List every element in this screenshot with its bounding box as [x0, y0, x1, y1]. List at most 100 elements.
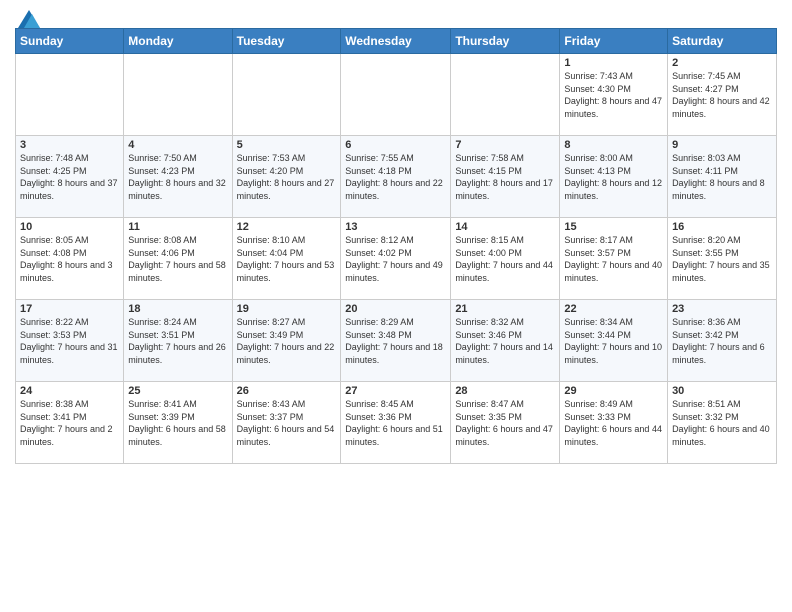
day-number: 17 [20, 303, 119, 315]
day-number: 15 [564, 221, 663, 233]
weekday-header-monday: Monday [124, 29, 232, 54]
day-number: 29 [564, 385, 663, 397]
day-number: 23 [672, 303, 772, 315]
day-number: 21 [455, 303, 555, 315]
calendar-cell: 6Sunrise: 7:55 AMSunset: 4:18 PMDaylight… [341, 136, 451, 218]
calendar-cell [341, 54, 451, 136]
day-info: Sunrise: 8:17 AMSunset: 3:57 PMDaylight:… [564, 234, 663, 284]
calendar-week-1: 1Sunrise: 7:43 AMSunset: 4:30 PMDaylight… [16, 54, 777, 136]
day-info: Sunrise: 7:43 AMSunset: 4:30 PMDaylight:… [564, 70, 663, 120]
day-number: 28 [455, 385, 555, 397]
day-info: Sunrise: 8:47 AMSunset: 3:35 PMDaylight:… [455, 398, 555, 448]
day-info: Sunrise: 7:53 AMSunset: 4:20 PMDaylight:… [237, 152, 337, 202]
calendar-cell: 14Sunrise: 8:15 AMSunset: 4:00 PMDayligh… [451, 218, 560, 300]
calendar-week-4: 17Sunrise: 8:22 AMSunset: 3:53 PMDayligh… [16, 300, 777, 382]
day-info: Sunrise: 7:55 AMSunset: 4:18 PMDaylight:… [345, 152, 446, 202]
day-info: Sunrise: 8:22 AMSunset: 3:53 PMDaylight:… [20, 316, 119, 366]
weekday-header-row: SundayMondayTuesdayWednesdayThursdayFrid… [16, 29, 777, 54]
day-number: 7 [455, 139, 555, 151]
calendar-cell: 1Sunrise: 7:43 AMSunset: 4:30 PMDaylight… [560, 54, 668, 136]
calendar-cell: 27Sunrise: 8:45 AMSunset: 3:36 PMDayligh… [341, 382, 451, 464]
day-info: Sunrise: 8:10 AMSunset: 4:04 PMDaylight:… [237, 234, 337, 284]
calendar-cell: 3Sunrise: 7:48 AMSunset: 4:25 PMDaylight… [16, 136, 124, 218]
calendar-cell [16, 54, 124, 136]
calendar-cell: 7Sunrise: 7:58 AMSunset: 4:15 PMDaylight… [451, 136, 560, 218]
day-info: Sunrise: 8:49 AMSunset: 3:33 PMDaylight:… [564, 398, 663, 448]
weekday-header-thursday: Thursday [451, 29, 560, 54]
calendar-cell: 20Sunrise: 8:29 AMSunset: 3:48 PMDayligh… [341, 300, 451, 382]
calendar-cell: 12Sunrise: 8:10 AMSunset: 4:04 PMDayligh… [232, 218, 341, 300]
day-number: 25 [128, 385, 227, 397]
day-number: 2 [672, 57, 772, 69]
day-number: 22 [564, 303, 663, 315]
day-number: 12 [237, 221, 337, 233]
logo-icon [18, 10, 40, 28]
calendar-week-3: 10Sunrise: 8:05 AMSunset: 4:08 PMDayligh… [16, 218, 777, 300]
calendar-cell: 17Sunrise: 8:22 AMSunset: 3:53 PMDayligh… [16, 300, 124, 382]
day-info: Sunrise: 8:24 AMSunset: 3:51 PMDaylight:… [128, 316, 227, 366]
day-info: Sunrise: 8:05 AMSunset: 4:08 PMDaylight:… [20, 234, 119, 284]
calendar-cell: 4Sunrise: 7:50 AMSunset: 4:23 PMDaylight… [124, 136, 232, 218]
day-info: Sunrise: 8:27 AMSunset: 3:49 PMDaylight:… [237, 316, 337, 366]
calendar-cell: 10Sunrise: 8:05 AMSunset: 4:08 PMDayligh… [16, 218, 124, 300]
day-info: Sunrise: 8:43 AMSunset: 3:37 PMDaylight:… [237, 398, 337, 448]
day-info: Sunrise: 8:41 AMSunset: 3:39 PMDaylight:… [128, 398, 227, 448]
day-info: Sunrise: 8:51 AMSunset: 3:32 PMDaylight:… [672, 398, 772, 448]
day-number: 30 [672, 385, 772, 397]
day-info: Sunrise: 8:00 AMSunset: 4:13 PMDaylight:… [564, 152, 663, 202]
day-number: 13 [345, 221, 446, 233]
day-info: Sunrise: 7:50 AMSunset: 4:23 PMDaylight:… [128, 152, 227, 202]
calendar-cell: 29Sunrise: 8:49 AMSunset: 3:33 PMDayligh… [560, 382, 668, 464]
day-info: Sunrise: 7:58 AMSunset: 4:15 PMDaylight:… [455, 152, 555, 202]
day-info: Sunrise: 8:20 AMSunset: 3:55 PMDaylight:… [672, 234, 772, 284]
calendar-page: SundayMondayTuesdayWednesdayThursdayFrid… [0, 0, 792, 612]
day-info: Sunrise: 8:45 AMSunset: 3:36 PMDaylight:… [345, 398, 446, 448]
calendar-cell: 2Sunrise: 7:45 AMSunset: 4:27 PMDaylight… [668, 54, 777, 136]
day-number: 26 [237, 385, 337, 397]
calendar-cell: 9Sunrise: 8:03 AMSunset: 4:11 PMDaylight… [668, 136, 777, 218]
day-number: 4 [128, 139, 227, 151]
calendar-cell: 19Sunrise: 8:27 AMSunset: 3:49 PMDayligh… [232, 300, 341, 382]
day-info: Sunrise: 8:36 AMSunset: 3:42 PMDaylight:… [672, 316, 772, 366]
calendar-cell: 23Sunrise: 8:36 AMSunset: 3:42 PMDayligh… [668, 300, 777, 382]
calendar-cell: 8Sunrise: 8:00 AMSunset: 4:13 PMDaylight… [560, 136, 668, 218]
day-number: 14 [455, 221, 555, 233]
weekday-header-wednesday: Wednesday [341, 29, 451, 54]
day-number: 6 [345, 139, 446, 151]
day-number: 27 [345, 385, 446, 397]
weekday-header-saturday: Saturday [668, 29, 777, 54]
weekday-header-friday: Friday [560, 29, 668, 54]
day-info: Sunrise: 7:45 AMSunset: 4:27 PMDaylight:… [672, 70, 772, 120]
day-number: 24 [20, 385, 119, 397]
calendar-cell: 15Sunrise: 8:17 AMSunset: 3:57 PMDayligh… [560, 218, 668, 300]
day-info: Sunrise: 8:29 AMSunset: 3:48 PMDaylight:… [345, 316, 446, 366]
calendar-cell: 18Sunrise: 8:24 AMSunset: 3:51 PMDayligh… [124, 300, 232, 382]
day-number: 18 [128, 303, 227, 315]
day-info: Sunrise: 8:34 AMSunset: 3:44 PMDaylight:… [564, 316, 663, 366]
calendar-table: SundayMondayTuesdayWednesdayThursdayFrid… [15, 28, 777, 464]
day-number: 5 [237, 139, 337, 151]
day-info: Sunrise: 8:38 AMSunset: 3:41 PMDaylight:… [20, 398, 119, 448]
day-number: 10 [20, 221, 119, 233]
header [15, 10, 777, 24]
day-number: 16 [672, 221, 772, 233]
day-number: 20 [345, 303, 446, 315]
calendar-cell: 22Sunrise: 8:34 AMSunset: 3:44 PMDayligh… [560, 300, 668, 382]
day-number: 8 [564, 139, 663, 151]
calendar-cell [124, 54, 232, 136]
calendar-cell: 21Sunrise: 8:32 AMSunset: 3:46 PMDayligh… [451, 300, 560, 382]
day-info: Sunrise: 8:08 AMSunset: 4:06 PMDaylight:… [128, 234, 227, 284]
day-info: Sunrise: 7:48 AMSunset: 4:25 PMDaylight:… [20, 152, 119, 202]
logo [15, 10, 40, 24]
day-number: 11 [128, 221, 227, 233]
calendar-cell: 25Sunrise: 8:41 AMSunset: 3:39 PMDayligh… [124, 382, 232, 464]
day-number: 9 [672, 139, 772, 151]
calendar-week-5: 24Sunrise: 8:38 AMSunset: 3:41 PMDayligh… [16, 382, 777, 464]
calendar-cell: 5Sunrise: 7:53 AMSunset: 4:20 PMDaylight… [232, 136, 341, 218]
calendar-cell: 28Sunrise: 8:47 AMSunset: 3:35 PMDayligh… [451, 382, 560, 464]
day-number: 19 [237, 303, 337, 315]
day-info: Sunrise: 8:12 AMSunset: 4:02 PMDaylight:… [345, 234, 446, 284]
calendar-cell [451, 54, 560, 136]
calendar-cell: 24Sunrise: 8:38 AMSunset: 3:41 PMDayligh… [16, 382, 124, 464]
day-number: 3 [20, 139, 119, 151]
